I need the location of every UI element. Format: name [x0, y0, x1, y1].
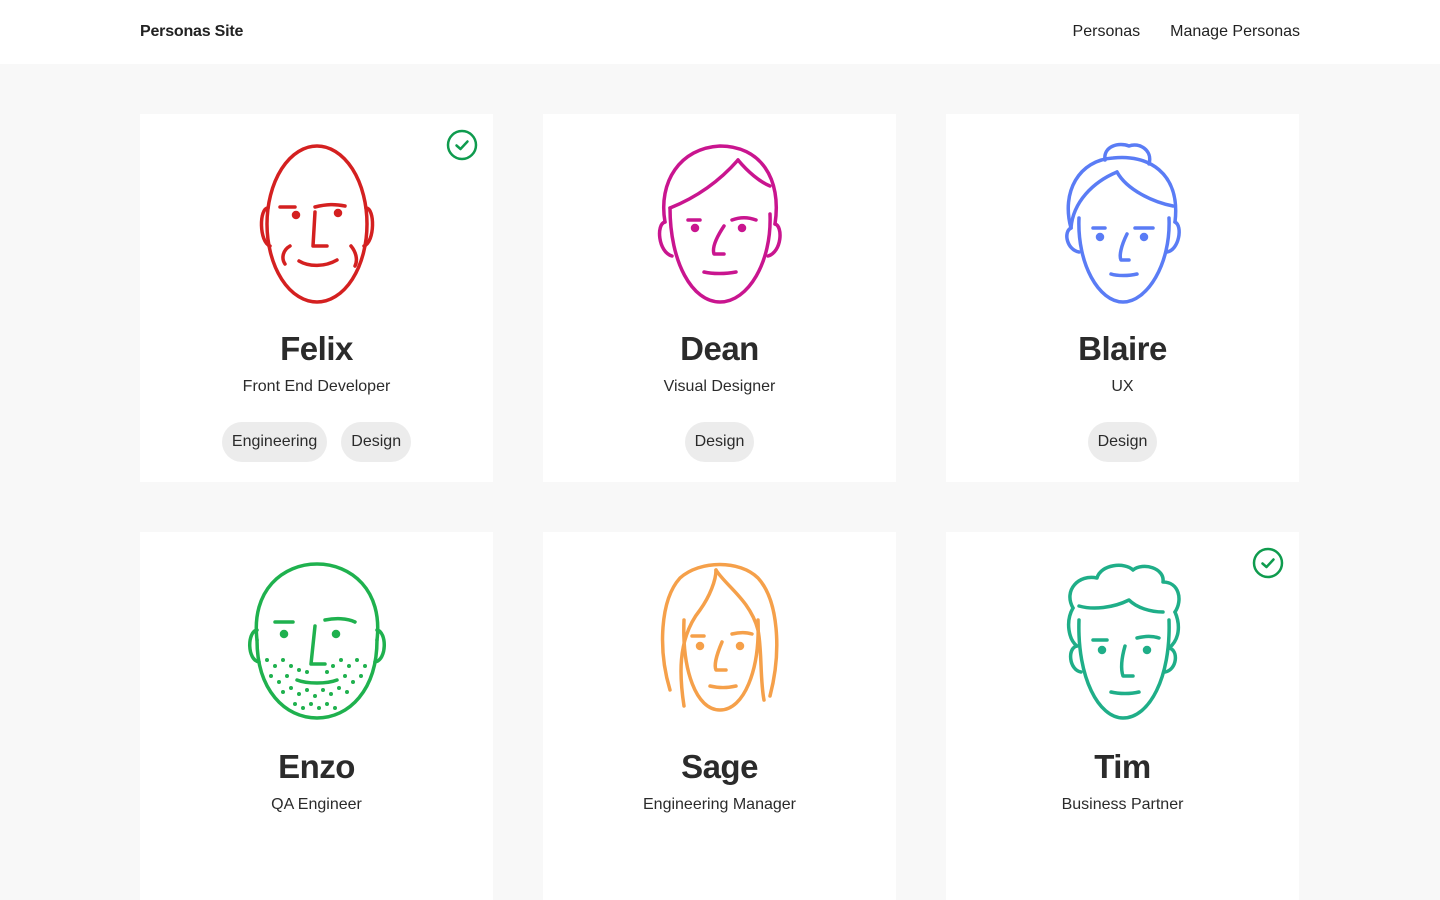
site-brand[interactable]: Personas Site [140, 23, 243, 41]
persona-name: Felix [280, 330, 353, 367]
nav-link-personas[interactable]: Personas [1073, 23, 1141, 41]
persona-name: Sage [681, 748, 758, 785]
felix-avatar-icon [237, 142, 397, 306]
tag-badge[interactable]: Engineering [221, 422, 328, 462]
main-nav: Personas Manage Personas [1073, 23, 1300, 41]
dean-avatar-icon [640, 142, 800, 306]
persona-card-enzo[interactable]: Enzo QA Engineer [140, 532, 493, 900]
enzo-avatar-icon [237, 560, 397, 724]
persona-role: Engineering Manager [643, 796, 796, 813]
tim-avatar-icon [1043, 560, 1203, 724]
persona-role: Visual Designer [663, 378, 776, 395]
persona-grid: Felix Front End Developer Engineering De… [140, 114, 1300, 900]
nav-link-manage-personas[interactable]: Manage Personas [1170, 23, 1300, 41]
persona-card-blaire[interactable]: Blaire UX Design [946, 114, 1299, 482]
persona-role: QA Engineer [271, 796, 362, 813]
persona-card-felix[interactable]: Felix Front End Developer Engineering De… [140, 114, 493, 482]
persona-name: Enzo [278, 748, 355, 785]
persona-role: Front End Developer [242, 378, 391, 395]
persona-card-dean[interactable]: Dean Visual Designer Design [543, 114, 896, 482]
blaire-avatar-icon [1043, 142, 1203, 306]
persona-tags: Design [684, 422, 755, 462]
persona-tags: Engineering Design [221, 422, 412, 462]
persona-name: Dean [680, 330, 759, 367]
check-circle-icon [446, 129, 478, 161]
persona-role: UX [1111, 378, 1134, 395]
sage-avatar-icon [640, 560, 800, 724]
tag-badge[interactable]: Design [684, 422, 755, 462]
persona-card-tim[interactable]: Tim Business Partner [946, 532, 1299, 900]
persona-tags: Design [1087, 422, 1158, 462]
top-navbar: Personas Site Personas Manage Personas [0, 0, 1440, 64]
persona-role: Business Partner [1061, 796, 1184, 813]
tag-badge[interactable]: Design [1087, 422, 1158, 462]
persona-name: Tim [1094, 748, 1151, 785]
check-circle-icon [1252, 547, 1284, 579]
tag-badge[interactable]: Design [341, 422, 412, 462]
persona-name: Blaire [1078, 330, 1167, 367]
persona-card-sage[interactable]: Sage Engineering Manager [543, 532, 896, 900]
